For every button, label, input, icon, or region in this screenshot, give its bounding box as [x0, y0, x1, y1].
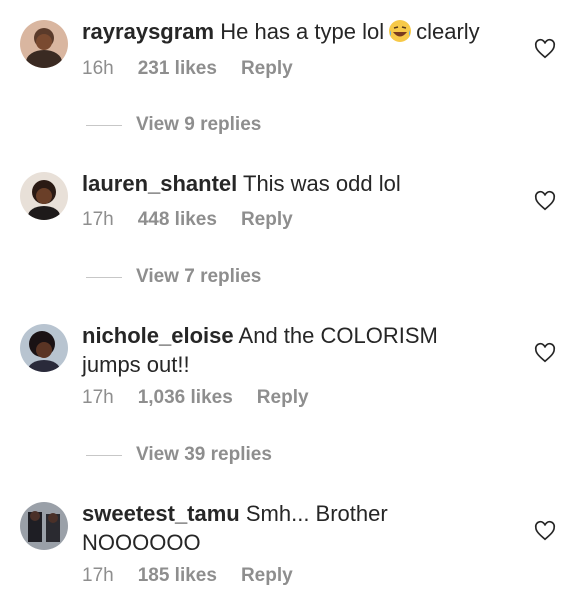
view-replies-button[interactable]: View 9 replies: [86, 114, 261, 136]
comment-time: 17h: [82, 387, 114, 408]
comment-likes[interactable]: 185 likes: [138, 565, 217, 587]
avatar[interactable]: [20, 502, 68, 550]
view-replies-label: View 39 replies: [136, 444, 272, 465]
comment-text: nichole_eloise And the COLORISM jumps ou…: [82, 321, 502, 379]
reply-button[interactable]: Reply: [241, 209, 293, 231]
reply-button[interactable]: Reply: [241, 58, 293, 80]
comment-time: 17h: [82, 565, 114, 586]
comment-meta: 17h 185 likes Reply: [82, 565, 293, 587]
avatar[interactable]: [20, 324, 68, 372]
heart-icon[interactable]: [534, 190, 556, 212]
heart-icon[interactable]: [534, 520, 556, 542]
comment-text: rayraysgram He has a type lol clearly: [82, 17, 502, 46]
view-replies-button[interactable]: View 7 replies: [86, 266, 261, 288]
heart-icon[interactable]: [534, 342, 556, 364]
comment-body-suffix: clearly: [416, 19, 480, 44]
comment-likes[interactable]: 448 likes: [138, 209, 217, 231]
view-replies-label: View 9 replies: [136, 114, 262, 135]
comment-username[interactable]: sweetest_tamu: [82, 501, 240, 526]
comment-likes[interactable]: 231 likes: [138, 58, 217, 80]
heart-icon[interactable]: [534, 38, 556, 60]
divider: [86, 276, 122, 278]
comment-username[interactable]: rayraysgram: [82, 19, 214, 44]
comment-meta: 17h 1,036 likes Reply: [82, 387, 309, 409]
comment-body: He has a type lol: [220, 19, 385, 44]
divider: [86, 454, 122, 456]
comment-text: sweetest_tamu Smh... Brother NOOOOOO: [82, 499, 502, 557]
reply-button[interactable]: Reply: [241, 565, 293, 587]
reply-button[interactable]: Reply: [257, 387, 309, 409]
comment-meta: 17h 448 likes Reply: [82, 209, 293, 231]
avatar[interactable]: [20, 20, 68, 68]
laughing-tears-emoji-icon: [388, 19, 412, 43]
comment-username[interactable]: nichole_eloise: [82, 323, 234, 348]
divider: [86, 124, 122, 126]
comment-username[interactable]: lauren_shantel: [82, 171, 237, 196]
avatar[interactable]: [20, 172, 68, 220]
view-replies-button[interactable]: View 39 replies: [86, 444, 272, 466]
comment-time: 16h: [82, 58, 114, 79]
comment-body: This was odd lol: [243, 171, 401, 196]
comment-meta: 16h 231 likes Reply: [82, 58, 293, 80]
comment-text: lauren_shantel This was odd lol: [82, 169, 502, 198]
comment-time: 17h: [82, 209, 114, 230]
comment-likes[interactable]: 1,036 likes: [138, 387, 233, 409]
view-replies-label: View 7 replies: [136, 266, 262, 287]
